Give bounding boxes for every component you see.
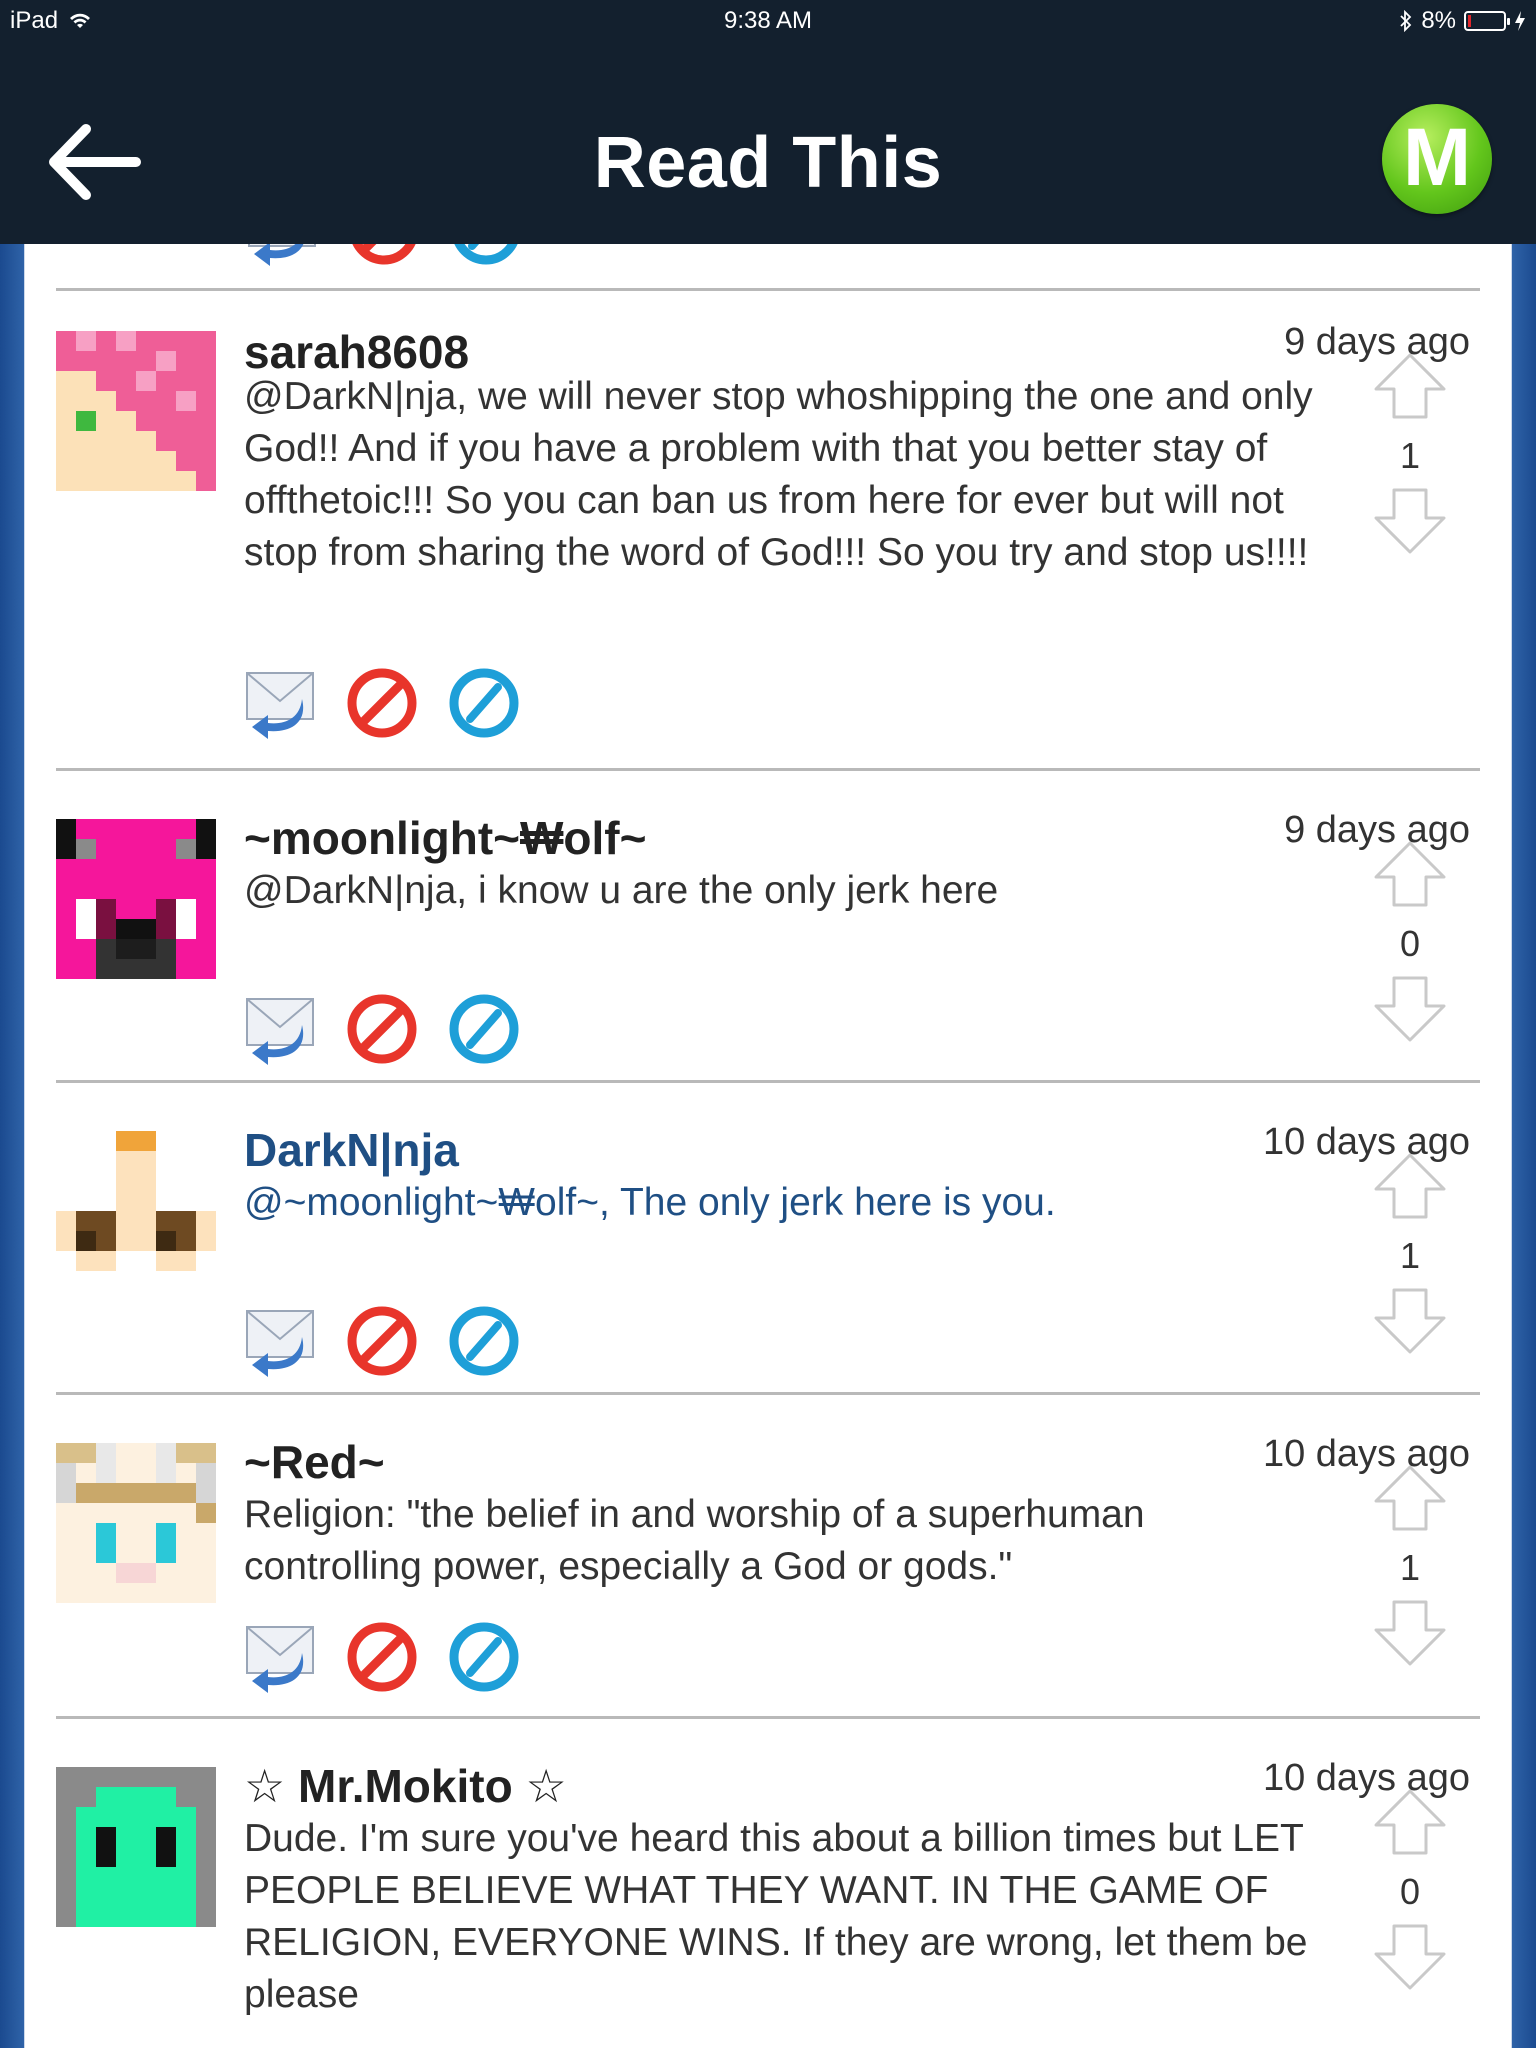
bluetooth-icon [1400, 10, 1412, 32]
vote-count: 1 [1399, 1235, 1421, 1276]
clock: 9:38 AM [723, 7, 813, 34]
comment-text: @DarkN|nja, i know u are the only jerk h… [244, 869, 999, 912]
vote-control: 0 [1370, 839, 1450, 1049]
battery-percent: 8% [1421, 7, 1456, 34]
vote-count: 1 [1399, 1547, 1421, 1588]
comment-item: ~moonlight~₩olf~ 9 days ago @DarkN|nja, … [56, 771, 1480, 1083]
downvote-button[interactable] [1370, 974, 1450, 1044]
downvote-button[interactable] [1370, 1922, 1450, 1992]
comment-actions [244, 667, 520, 739]
vote-control: 1 [1370, 1151, 1450, 1361]
upvote-button[interactable] [1370, 1463, 1450, 1533]
comment-text: @DarkN|nja, we will never stop whoshippi… [244, 375, 1313, 574]
comment-actions [244, 993, 520, 1065]
vote-count: 1 [1399, 435, 1421, 476]
reply-mail-icon[interactable] [244, 1621, 316, 1693]
comment-text: Dude. I'm sure you've heard this about a… [244, 1817, 1308, 2016]
block-icon[interactable] [348, 244, 420, 266]
report-icon[interactable] [448, 1621, 520, 1693]
comment-item: sarah8608 9 days ago @DarkN|nja, we will… [56, 291, 1480, 771]
user-avatar[interactable] [56, 1767, 216, 1927]
upvote-button[interactable] [1370, 1151, 1450, 1221]
report-icon[interactable] [448, 667, 520, 739]
report-icon[interactable] [450, 244, 522, 266]
block-icon[interactable] [346, 1305, 418, 1377]
battery-icon [1464, 11, 1510, 31]
report-icon[interactable] [448, 993, 520, 1065]
vote-count: 0 [1399, 923, 1421, 964]
user-avatar[interactable] [56, 1131, 216, 1291]
comment-username[interactable]: ☆ Mr.Mokito ☆ [244, 1759, 567, 1813]
vote-control: 1 [1370, 351, 1450, 561]
user-avatar[interactable] [56, 331, 216, 491]
comment-item: ☆ Mr.Mokito ☆ 10 days ago Dude. I'm sure… [56, 1719, 1480, 2048]
nav-bar: Read This M [0, 42, 1536, 244]
comment-actions [244, 1621, 520, 1693]
vote-count: 0 [1399, 1871, 1421, 1912]
vote-control: 1 [1370, 1463, 1450, 1673]
downvote-button[interactable] [1370, 486, 1450, 556]
reply-mail-icon[interactable] [244, 667, 316, 739]
page-title: Read This [593, 123, 943, 203]
charging-icon [1515, 11, 1525, 31]
comment-text: @~moonlight~₩olf~, The only jerk here is… [244, 1181, 1056, 1224]
upvote-button[interactable] [1370, 351, 1450, 421]
comment-actions [244, 1305, 520, 1377]
user-avatar[interactable] [56, 819, 216, 979]
previous-comment-actions [56, 244, 1480, 291]
upvote-button[interactable] [1370, 1787, 1450, 1857]
comment-text: Religion: "the belief in and worship of … [244, 1493, 1145, 1588]
comment-feed: sarah8608 9 days ago @DarkN|nja, we will… [56, 244, 1480, 2048]
user-avatar[interactable] [56, 1443, 216, 1603]
status-bar: iPad 9:38 AM 8% [0, 0, 1536, 42]
comment-item: DarkN|nja 10 days ago @~moonlight~₩olf~,… [56, 1083, 1480, 1395]
comment-item: ~Red~ 10 days ago Religion: "the belief … [56, 1395, 1480, 1719]
reply-mail-icon[interactable] [244, 1305, 316, 1377]
comment-username[interactable]: ~moonlight~₩olf~ [244, 811, 646, 865]
comment-username[interactable]: ~Red~ [244, 1435, 385, 1489]
reply-mail-icon[interactable] [244, 993, 316, 1065]
report-icon[interactable] [448, 1305, 520, 1377]
downvote-button[interactable] [1370, 1286, 1450, 1356]
comment-username[interactable]: DarkN|nja [244, 1123, 459, 1177]
reply-mail-icon[interactable] [246, 244, 318, 266]
app-logo-button[interactable]: M [1382, 104, 1492, 214]
block-icon[interactable] [346, 1621, 418, 1693]
vote-control: 0 [1370, 1787, 1450, 1997]
downvote-button[interactable] [1370, 1598, 1450, 1668]
block-icon[interactable] [346, 993, 418, 1065]
block-icon[interactable] [346, 667, 418, 739]
upvote-button[interactable] [1370, 839, 1450, 909]
